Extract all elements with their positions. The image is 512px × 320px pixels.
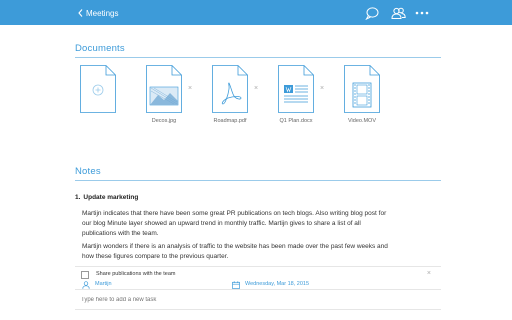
- top-bar: Meetings: [0, 0, 512, 25]
- new-task-input[interactable]: [81, 297, 381, 303]
- task-title[interactable]: Share publications with the team: [96, 271, 176, 277]
- document-item[interactable]: Video.MOV: [344, 65, 394, 130]
- add-document-button[interactable]: [80, 65, 130, 130]
- task-due-date[interactable]: Wednesday, Mar 18, 2015: [245, 281, 309, 287]
- note-line: how these figures compare to the previou…: [82, 253, 229, 260]
- notes-title: Notes: [75, 166, 101, 177]
- remove-task-button[interactable]: ×: [427, 270, 431, 277]
- remove-document-button[interactable]: ×: [318, 85, 326, 93]
- note-paragraph: Martijn wonders if there is an analysis …: [82, 242, 438, 262]
- remove-document-button[interactable]: ×: [252, 85, 260, 93]
- back-button[interactable]: Meetings: [78, 6, 118, 20]
- calendar-icon: [232, 281, 240, 289]
- task-item: Share publications with the team × Marti…: [75, 266, 441, 290]
- plus-circle-icon: [92, 84, 104, 96]
- video-file-icon: [344, 65, 380, 113]
- image-file-icon: [146, 65, 182, 113]
- remove-document-button[interactable]: ×: [186, 85, 194, 93]
- documents-title: Documents: [75, 43, 125, 54]
- document-name: Decos.jpg: [151, 118, 177, 124]
- word-file-icon: [278, 65, 314, 113]
- new-task-divider: [75, 309, 441, 310]
- back-label: Meetings: [86, 8, 119, 18]
- pdf-file-icon: [212, 65, 248, 113]
- document-name: Q1 Plan.docx: [279, 118, 313, 124]
- documents-divider: [75, 57, 441, 58]
- note-line: Martijn wonders if there is an analysis …: [82, 243, 388, 250]
- document-name: Video.MOV: [347, 118, 377, 124]
- people-icon[interactable]: [390, 5, 406, 21]
- task-assignee[interactable]: Martijn: [95, 281, 112, 287]
- document-name: Roadmap.pdf: [213, 118, 247, 124]
- note-line: our blog Minute layer showed an upward t…: [82, 220, 361, 227]
- documents-list: Decos.jpg × Roadmap.pdf × Q1 Plan.docx ×: [80, 65, 410, 130]
- more-icon[interactable]: [414, 5, 430, 21]
- document-item[interactable]: Roadmap.pdf ×: [212, 65, 262, 130]
- document-item[interactable]: Decos.jpg ×: [146, 65, 196, 130]
- note-title: Update marketing: [83, 194, 139, 201]
- chevron-left-icon: [78, 9, 83, 17]
- person-icon: [82, 281, 90, 289]
- chat-icon[interactable]: [364, 5, 380, 21]
- notes-divider: [75, 180, 441, 181]
- note-paragraph: Martijn indicates that there have been s…: [82, 209, 438, 239]
- task-checkbox[interactable]: [81, 271, 89, 279]
- document-item[interactable]: Q1 Plan.docx ×: [278, 65, 328, 130]
- note-heading: 1. Update marketing: [75, 194, 138, 201]
- note-line: publications with the team.: [82, 230, 159, 237]
- note-line: Martijn indicates that there have been s…: [82, 210, 387, 217]
- toolbar-icons: [350, 5, 430, 21]
- note-number: 1.: [75, 194, 81, 201]
